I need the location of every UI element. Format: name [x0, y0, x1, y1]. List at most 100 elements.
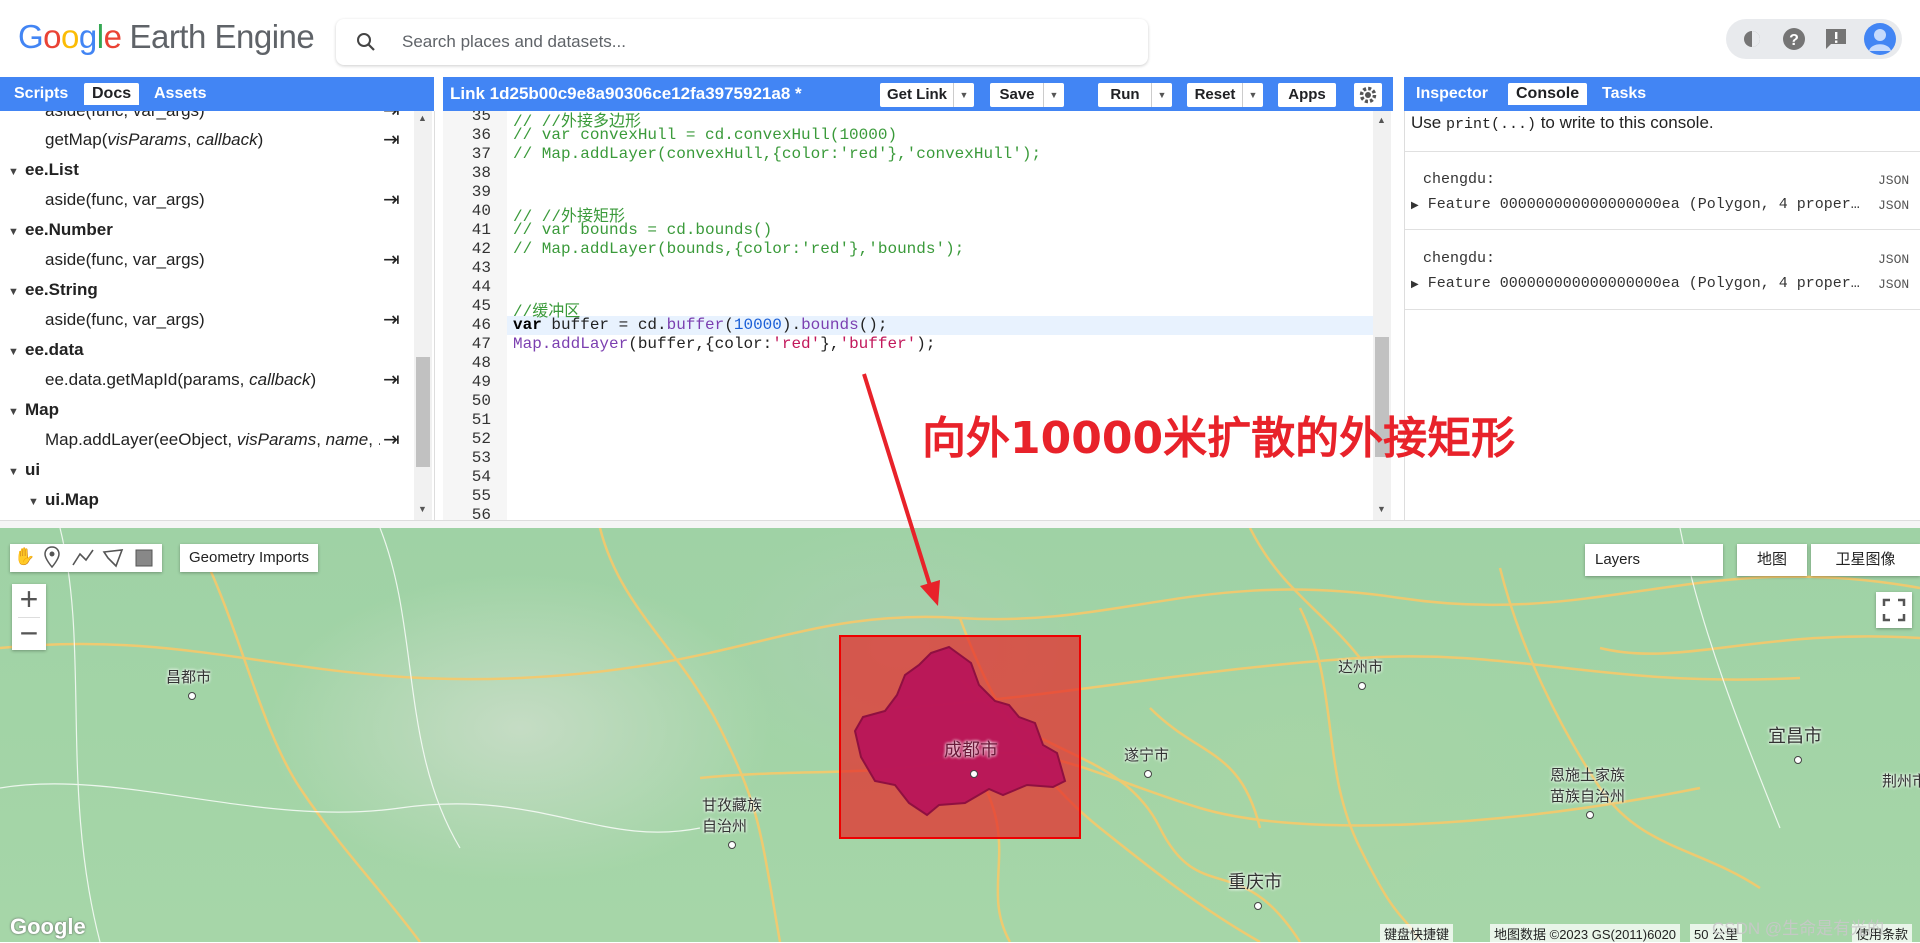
get-link-button[interactable]: Get Link ▼	[880, 83, 974, 107]
docs-method-item[interactable]: aside(func, var_args) ⇥	[45, 306, 400, 334]
scroll-down-icon[interactable]: ▼	[418, 504, 427, 514]
expand-triangle-icon[interactable]: ▶	[1411, 280, 1419, 291]
console-hint: Use print(...) to write to this console.	[1411, 113, 1714, 133]
docs-scroll-thumb[interactable]	[416, 357, 430, 467]
insert-arrow-icon[interactable]: ⇥	[383, 246, 400, 274]
reset-button[interactable]: Reset ▼	[1187, 83, 1263, 107]
insert-arrow-icon[interactable]: ⇥	[383, 366, 400, 394]
expand-triangle-icon[interactable]: ▼	[8, 278, 20, 306]
expand-triangle-icon[interactable]: ▼	[8, 218, 20, 246]
docs-method-label: ee.data.getMapId(params, callback)	[45, 370, 317, 389]
json-link[interactable]: JSON	[1878, 173, 1909, 188]
zoom-control: + −	[12, 583, 46, 650]
theme-icon[interactable]	[1738, 25, 1766, 53]
search-box[interactable]	[336, 19, 1148, 65]
tab-scripts[interactable]: Scripts	[6, 83, 76, 105]
watermark: CSDN @生命是有光的	[1712, 919, 1885, 938]
earth-engine-logo[interactable]: Google Earth Engine	[18, 18, 315, 56]
map-canvas[interactable]: ✋ Geometry Imports + − Layers 地图 卫星图像 昌都…	[0, 528, 1920, 942]
docs-group-label: ee.String	[25, 280, 98, 299]
docs-group-ee-number[interactable]: ▼ ee.Number	[8, 216, 113, 244]
docs-group-label: ee.data	[25, 340, 84, 359]
scroll-down-icon[interactable]: ▼	[1377, 504, 1386, 514]
divider	[1405, 309, 1920, 310]
drawing-toolbar: ✋	[10, 544, 162, 572]
annotation-arrow	[862, 373, 940, 606]
insert-arrow-icon[interactable]: ⇥	[383, 111, 400, 125]
docs-method-item[interactable]: Map.addLayer(eeObject, visParams, name, …	[45, 426, 400, 454]
docs-method-item[interactable]: getMap(visParams, callback) ⇥	[45, 126, 400, 154]
help-icon[interactable]: ?	[1780, 25, 1808, 53]
fullscreen-icon[interactable]	[1876, 592, 1912, 628]
docs-group-ui[interactable]: ▼ ui	[8, 456, 40, 484]
docs-group-label: ee.Number	[25, 220, 113, 239]
line-number: 45	[471, 297, 491, 315]
json-link[interactable]: JSON	[1878, 277, 1909, 292]
tab-assets[interactable]: Assets	[146, 83, 214, 105]
docs-group-ui-map[interactable]: ▼ ui.Map	[28, 486, 99, 514]
docs-group-map[interactable]: ▼ Map	[8, 396, 59, 424]
line-number: 55	[471, 487, 491, 505]
line-draw-icon[interactable]	[72, 548, 94, 573]
expand-triangle-icon[interactable]: ▼	[8, 338, 20, 366]
chevron-down-icon[interactable]: ▼	[1242, 83, 1263, 107]
line-number: 50	[471, 392, 491, 410]
console-feature-row[interactable]: ▶ Feature 000000000000000000ea (Polygon,…	[1411, 196, 1860, 213]
docs-group-ee-list[interactable]: ▼ ee.List	[8, 156, 79, 184]
insert-arrow-icon[interactable]: ⇥	[383, 426, 400, 454]
expand-triangle-icon[interactable]: ▼	[8, 398, 20, 426]
expand-triangle-icon[interactable]: ▼	[8, 458, 20, 486]
hand-pan-icon[interactable]: ✋	[14, 547, 35, 567]
insert-arrow-icon[interactable]: ⇥	[383, 306, 400, 334]
line-number: 40	[471, 202, 491, 220]
docs-method-label: aside(func, var_args)	[45, 190, 205, 209]
marker-icon[interactable]	[44, 546, 60, 573]
right-panel-tabbar: Inspector Console Tasks	[1404, 77, 1920, 111]
avatar[interactable]	[1864, 23, 1896, 55]
rectangle-draw-icon[interactable]	[134, 548, 154, 573]
feedback-icon[interactable]	[1822, 25, 1850, 53]
docs-group-label: ui.Map	[45, 490, 99, 509]
search-input[interactable]	[400, 27, 1124, 57]
insert-arrow-icon[interactable]: ⇥	[383, 126, 400, 154]
tab-inspector[interactable]: Inspector	[1408, 83, 1496, 105]
line-number: 54	[471, 468, 491, 486]
docs-method-item[interactable]: aside(func, var_args) ⇥	[45, 111, 400, 125]
satellite-button[interactable]: 卫星图像	[1811, 544, 1920, 576]
insert-arrow-icon[interactable]: ⇥	[383, 186, 400, 214]
run-button[interactable]: Run ▼	[1098, 83, 1172, 107]
geometry-imports-button[interactable]: Geometry Imports	[180, 544, 318, 572]
tab-docs[interactable]: Docs	[84, 83, 140, 105]
chevron-down-icon[interactable]: ▼	[1151, 83, 1172, 107]
docs-method-item[interactable]: aside(func, var_args) ⇥	[45, 186, 400, 214]
expand-triangle-icon[interactable]: ▶	[1411, 201, 1419, 212]
scroll-up-icon[interactable]: ▲	[1377, 115, 1386, 125]
keyboard-shortcuts-link[interactable]: 键盘快捷键	[1380, 924, 1454, 943]
script-title: Link 1d25b00c9e8a90306ce12fa3975921a8 *	[450, 84, 802, 103]
expand-triangle-icon[interactable]: ▼	[8, 158, 20, 186]
settings-gear-icon[interactable]	[1354, 83, 1382, 107]
line-number: 48	[471, 354, 491, 372]
map-type-button[interactable]: 地图	[1737, 544, 1807, 576]
tab-console[interactable]: Console	[1508, 83, 1588, 105]
apps-button[interactable]: Apps	[1278, 83, 1336, 107]
zoom-out-button[interactable]: −	[12, 617, 46, 650]
expand-triangle-icon[interactable]: ▼	[28, 488, 40, 516]
tab-tasks[interactable]: Tasks	[1594, 83, 1654, 105]
line-number: 46	[471, 316, 491, 334]
docs-group-ee-data[interactable]: ▼ ee.data	[8, 336, 84, 364]
json-link[interactable]: JSON	[1878, 198, 1909, 213]
zoom-in-button[interactable]: +	[12, 583, 46, 617]
scroll-up-icon[interactable]: ▲	[418, 113, 427, 123]
docs-method-item[interactable]: ee.data.getMapId(params, callback) ⇥	[45, 366, 400, 394]
docs-scrollbar[interactable]: ▲ ▼	[414, 111, 432, 520]
json-link[interactable]: JSON	[1878, 252, 1909, 267]
chevron-down-icon[interactable]: ▼	[953, 83, 974, 107]
docs-method-item[interactable]: aside(func, var_args) ⇥	[45, 246, 400, 274]
docs-group-ee-string[interactable]: ▼ ee.String	[8, 276, 98, 304]
layers-button[interactable]: Layers	[1585, 544, 1723, 576]
console-feature-row[interactable]: ▶ Feature 000000000000000000ea (Polygon,…	[1411, 275, 1860, 292]
save-button[interactable]: Save ▼	[990, 83, 1064, 107]
polygon-draw-icon[interactable]	[102, 548, 124, 573]
chevron-down-icon[interactable]: ▼	[1043, 83, 1064, 107]
